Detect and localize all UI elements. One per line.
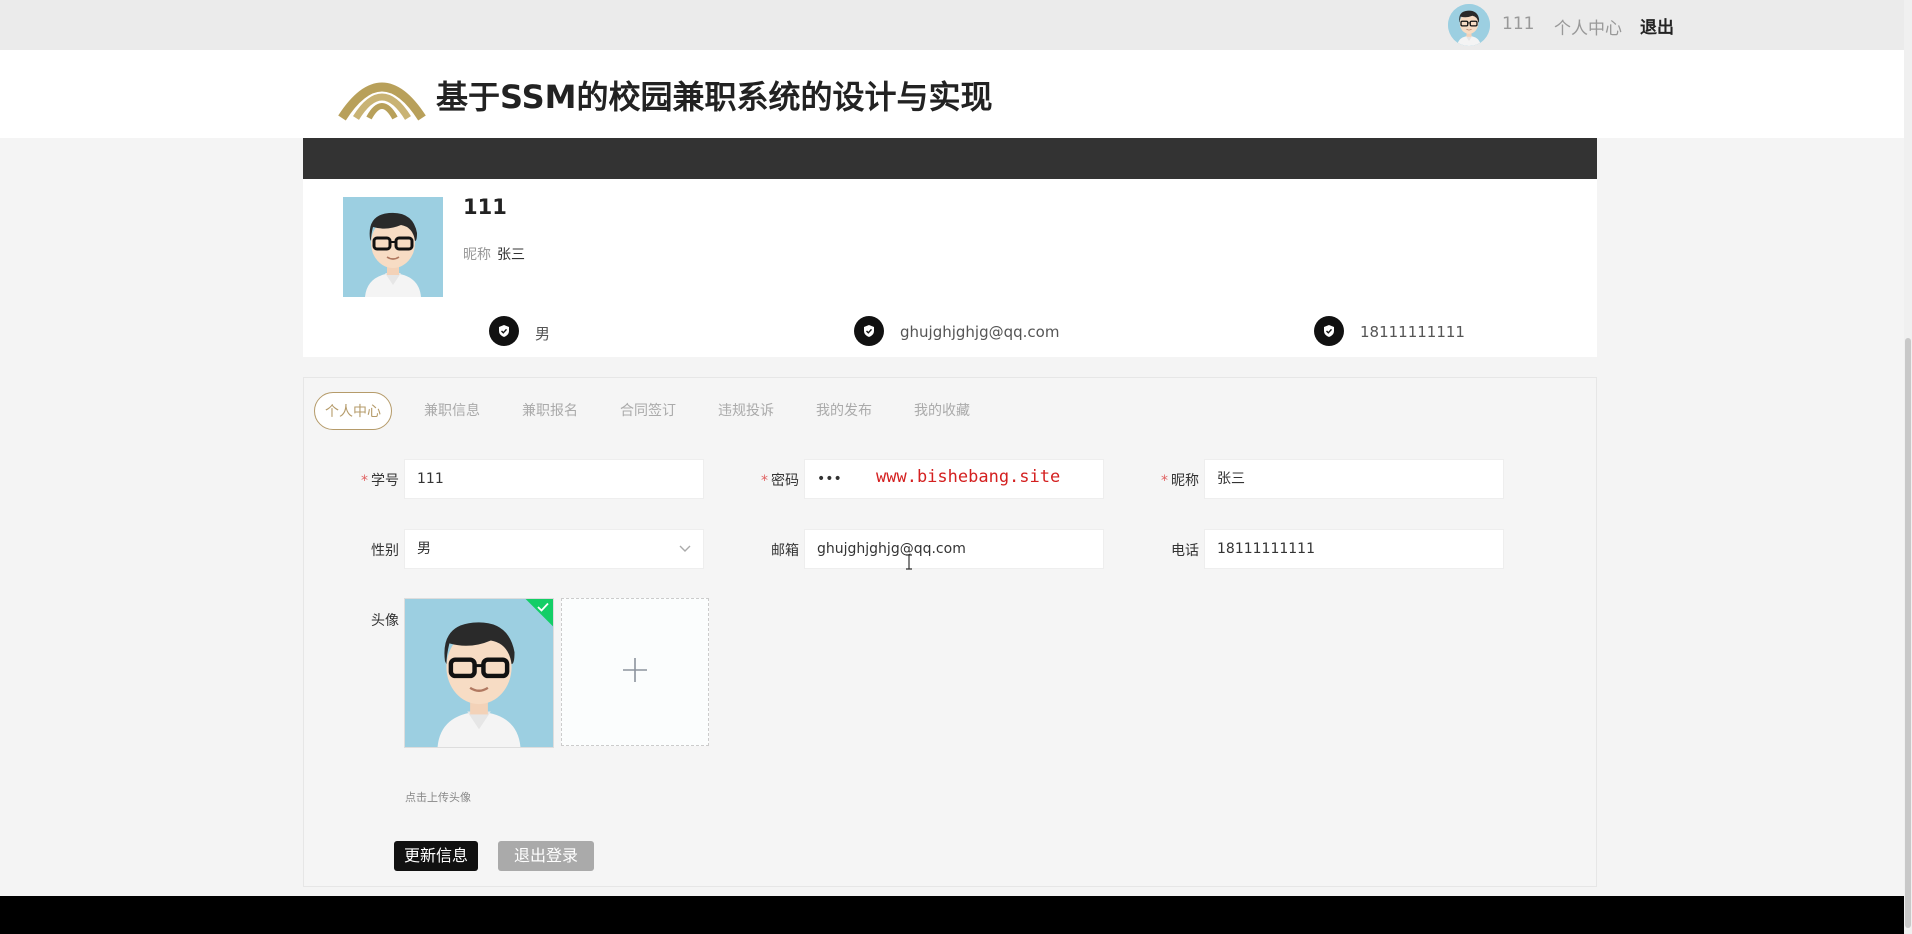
watermark-text: www.bishebang.site [876, 467, 1061, 487]
uploaded-avatar[interactable] [404, 598, 554, 748]
student-id-label: * 学号 [361, 473, 399, 489]
profile-gender: 男 [535, 325, 551, 343]
password-label: * 密码 [761, 473, 799, 489]
logout-button[interactable]: 退出登录 [498, 841, 595, 871]
scrollbar-thumb[interactable] [1905, 338, 1911, 928]
nickname-value: 张三 [497, 247, 525, 263]
phone-label: 电话 [1171, 543, 1199, 559]
update-info-button[interactable]: 更新信息 [394, 841, 479, 871]
site-header: 基于SSM的校园兼职系统的设计与实现 [0, 50, 1904, 138]
tab-job-info[interactable]: 兼职信息 [424, 392, 480, 430]
phone-input[interactable]: 18111111111 [1204, 529, 1504, 569]
top-bar: 111 个人中心 退出 [0, 0, 1904, 50]
email-label: 邮箱 [771, 543, 799, 559]
nickname-label: 昵称 [463, 247, 491, 263]
user-avatar[interactable] [1448, 4, 1490, 46]
avatar-upload-button[interactable] [561, 598, 709, 746]
profile-card: 111 昵称 张三 男 ghujghjghjg@qq.com 181111111… [303, 179, 1597, 357]
profile-avatar [343, 197, 443, 297]
user-center-panel: 个人中心 兼职信息 兼职报名 合同签订 违规投诉 我的发布 我的收藏 * 学号 1… [303, 377, 1597, 887]
nickname-input[interactable]: 张三 [1204, 459, 1504, 499]
gender-selected-value: 男 [417, 541, 431, 557]
tab-job-signup[interactable]: 兼职报名 [522, 392, 578, 430]
tab-contract[interactable]: 合同签订 [620, 392, 676, 430]
tab-my-favorites[interactable]: 我的收藏 [914, 392, 970, 430]
student-id-input[interactable]: 111 [404, 459, 704, 499]
nav-band [303, 138, 1597, 179]
nickname-field-label: * 昵称 [1161, 473, 1199, 489]
avatar-label: 头像 [371, 613, 399, 629]
site-logo [338, 66, 426, 122]
profile-email: ghujghjghjg@qq.com [900, 323, 1060, 341]
profile-phone: 18111111111 [1360, 323, 1465, 341]
top-username: 111 [1502, 14, 1535, 34]
personal-center-link[interactable]: 个人中心 [1554, 14, 1622, 39]
tab-my-posts[interactable]: 我的发布 [816, 392, 872, 430]
email-input[interactable]: ghujghjghjg@qq.com [804, 529, 1104, 569]
gender-select[interactable]: 男 [404, 529, 704, 569]
shield-icon [1314, 316, 1344, 346]
shield-icon [854, 316, 884, 346]
chevron-down-icon [679, 530, 691, 568]
check-icon [537, 601, 549, 615]
gender-label: 性别 [371, 543, 399, 559]
tab-personal-center[interactable]: 个人中心 [314, 392, 392, 430]
plus-icon [621, 656, 649, 688]
text-cursor [906, 554, 912, 570]
profile-name: 111 [463, 195, 507, 219]
site-title: 基于SSM的校园兼职系统的设计与实现 [436, 78, 993, 116]
page-footer [0, 896, 1904, 934]
logout-link[interactable]: 退出 [1640, 13, 1674, 38]
shield-icon [489, 316, 519, 346]
avatar-upload-hint: 点击上传头像 [405, 791, 471, 804]
password-value: ••• [817, 471, 842, 487]
tab-complaint[interactable]: 违规投诉 [718, 392, 774, 430]
